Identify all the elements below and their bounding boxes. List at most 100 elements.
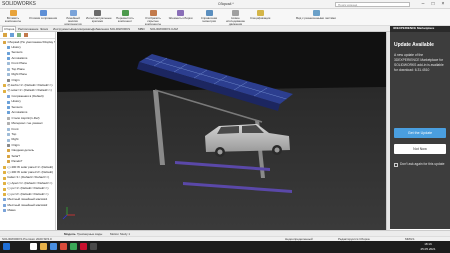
tree-item-icon xyxy=(3,198,6,202)
taskbar-app-icon[interactable] xyxy=(70,243,77,250)
configuration-manager-icon[interactable] xyxy=(17,33,21,37)
ground-plane xyxy=(57,86,386,230)
ribbon-button-9[interactable]: Спецификация xyxy=(250,10,270,25)
app-logo[interactable]: SOLIDWORKS xyxy=(2,1,36,7)
graphics-viewport[interactable] xyxy=(57,31,386,230)
tree-item-icon xyxy=(7,78,10,82)
tree-item-icon xyxy=(7,149,10,153)
taskbar-clock[interactable]: 18:16 25.05.2021 xyxy=(418,242,438,251)
tree-item-icon xyxy=(7,73,10,77)
tree-item-icon xyxy=(3,176,6,180)
tab-2[interactable]: Эскиз xyxy=(40,27,48,31)
tree-item-icon xyxy=(3,40,6,44)
command-manager-ribbon: Вставить компоненты Условия сопряжения Лин… xyxy=(0,9,450,26)
ribbon-button-label: Новое исследование движения xyxy=(226,16,245,27)
ribbon-button-label: Отобразить скрытые компоненты xyxy=(144,16,162,27)
close-icon[interactable]: × xyxy=(438,1,448,8)
ribbon-button-label: Элементы сборки xyxy=(168,16,193,20)
feature-tree-icon[interactable] xyxy=(3,33,7,37)
taskbar-app-icon[interactable] xyxy=(40,243,47,250)
tree-item-icon xyxy=(3,187,6,191)
tree-item-icon xyxy=(7,122,10,126)
tree-item-label: Mates xyxy=(7,208,16,213)
tab-5[interactable]: Добавления SOLIDWORKS xyxy=(92,27,130,31)
windows-taskbar: 18:16 25.05.2021 xyxy=(0,240,450,253)
taskbar-app-icon[interactable] xyxy=(50,243,57,250)
ribbon-button-0[interactable]: Вставить компоненты xyxy=(2,10,24,25)
marketplace-task-pane: 3DEXPERIENCE Marketplace Update Availabl… xyxy=(390,26,450,229)
update-description: A new update of the 3DEXPERIENCE Marketp… xyxy=(394,53,444,72)
feature-tree: Сборка4 (По умолчанию<Display State-1>)H… xyxy=(0,40,55,214)
tree-item-icon xyxy=(7,100,10,104)
ribbon-button-label: Линейный массив компонентов xyxy=(64,16,82,27)
tree-item-icon xyxy=(7,160,10,164)
ribbon-button-10[interactable]: Вид с разнесенными частями xyxy=(296,10,336,25)
ribbon-button-5[interactable]: Отобразить скрытые компоненты xyxy=(141,10,165,27)
tree-item-icon xyxy=(7,116,10,120)
tree-item-icon xyxy=(7,105,10,109)
start-menu-icon[interactable] xyxy=(3,243,10,250)
dimxpert-icon[interactable] xyxy=(24,33,28,37)
tree-item-icon xyxy=(3,165,6,169)
tree-item-icon xyxy=(7,46,10,50)
title-bar: SOLIDWORKS Сборка4 * Поиск команд – □ × xyxy=(0,0,450,9)
tree-item-icon xyxy=(7,138,10,142)
ribbon-button-label: Справочная геометрия xyxy=(200,16,218,24)
tree-item-icon xyxy=(3,192,6,196)
tree-item-icon xyxy=(3,209,6,213)
not-now-button[interactable]: Not Now xyxy=(394,144,446,154)
ribbon-button-3[interactable]: Интеллектуальные крепежи xyxy=(86,10,112,25)
tab-7[interactable]: SOLIDWORKS CAM xyxy=(150,27,178,31)
feature-manager-toolbar xyxy=(0,32,55,39)
ribbon-button-label: Условия сопряжения xyxy=(28,16,58,20)
tree-item-icon xyxy=(7,111,10,115)
tree-item-icon xyxy=(7,154,10,158)
tree-item-icon xyxy=(7,133,10,137)
ribbon-button-4[interactable]: Переместить компонент xyxy=(111,10,139,25)
tree-item-icon xyxy=(3,89,6,93)
solar-carport-model[interactable] xyxy=(57,31,386,230)
tree-item-icon xyxy=(7,127,10,131)
update-title: Update Available xyxy=(394,42,434,48)
tree-item-icon xyxy=(7,62,10,66)
maximize-icon[interactable]: □ xyxy=(428,1,438,8)
tab-1[interactable]: Расположение xyxy=(18,27,38,31)
task-pane-header: 3DEXPERIENCE Marketplace xyxy=(390,26,450,32)
get-update-button[interactable]: Get the Update xyxy=(394,128,446,138)
ribbon-button-label: Интеллектуальные крепежи xyxy=(86,16,112,24)
tab-3[interactable]: Инструменты xyxy=(53,27,72,31)
search-commands-input[interactable]: Поиск команд xyxy=(335,1,410,7)
clock-date: 25.05.2021 xyxy=(420,246,436,251)
ribbon-button-1[interactable]: Условия сопряжения xyxy=(26,10,60,25)
ribbon-button-label: Вид с разнесенными частями xyxy=(296,16,336,20)
ribbon-button-6[interactable]: Элементы сборки xyxy=(166,10,195,25)
feature-manager-panel: Сборка4 (По умолчанию<Display State-1>)H… xyxy=(0,31,56,230)
ribbon-button-7[interactable]: Справочная геометрия xyxy=(197,10,221,25)
tab-6[interactable]: MBD xyxy=(138,27,145,31)
taskbar-app-icon[interactable] xyxy=(90,243,97,250)
tree-item-icon xyxy=(3,182,6,186)
ribbon-button-label: Переместить компонент xyxy=(116,16,134,24)
property-manager-icon[interactable] xyxy=(10,33,14,37)
dont-ask-label: Don't ask again for this update xyxy=(400,161,445,166)
ribbon-button-label: Вставить компоненты xyxy=(4,16,22,24)
taskbar-app-icon[interactable] xyxy=(80,243,87,250)
taskbar-app-icon[interactable] xyxy=(60,243,67,250)
document-title: Сборка4 * xyxy=(218,2,234,7)
tree-item-icon xyxy=(3,203,6,207)
minimize-icon[interactable]: – xyxy=(418,1,428,8)
ribbon-button-2[interactable]: Линейный массив компонентов xyxy=(62,10,84,27)
tree-item-icon xyxy=(7,144,10,147)
tab-4[interactable]: Анализировать xyxy=(71,27,92,31)
tree-item-icon xyxy=(3,171,6,175)
tree-item-icon xyxy=(3,84,6,88)
ribbon-button-label: Спецификация xyxy=(250,16,271,20)
tree-item-icon xyxy=(7,67,10,71)
tree-item[interactable]: Mates xyxy=(0,208,55,213)
taskbar-app-icon[interactable] xyxy=(30,243,37,250)
tree-item-icon xyxy=(7,95,10,99)
ribbon-button-8[interactable]: Новое исследование движения xyxy=(223,10,248,27)
tree-item-icon xyxy=(7,57,10,60)
dont-ask-checkbox[interactable] xyxy=(394,163,398,167)
tree-item-icon xyxy=(7,51,10,55)
